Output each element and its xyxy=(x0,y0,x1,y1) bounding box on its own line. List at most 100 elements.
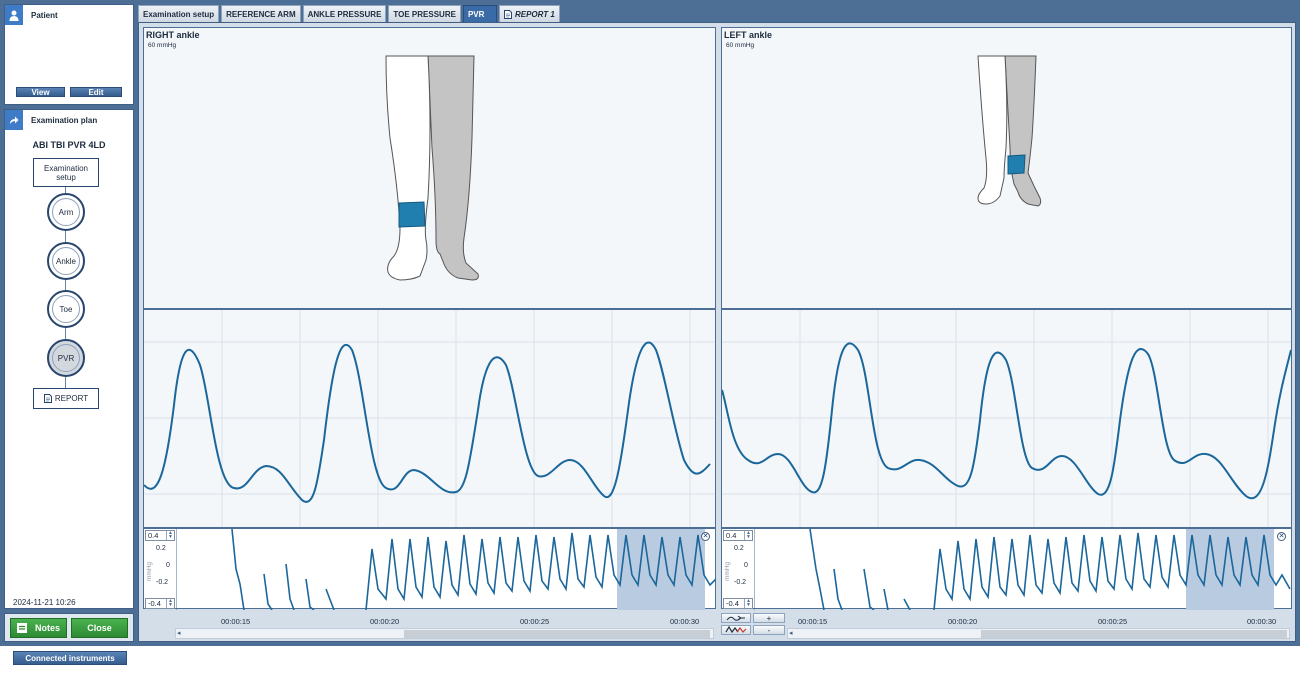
step-report[interactable]: REPORT xyxy=(33,388,99,409)
step-arm-label: Arm xyxy=(58,207,74,217)
waveform-view-button[interactable] xyxy=(721,625,751,635)
left-ankle-diagram: LEFT ankle 60 mmHg xyxy=(721,27,1292,309)
right-ankle-diagram: RIGHT ankle 60 mmHg xyxy=(143,27,716,309)
view-button[interactable]: View xyxy=(16,87,65,97)
exam-date: 2024-11-21 10:26 xyxy=(13,598,76,607)
tab-report-1[interactable]: REPORT 1 xyxy=(498,5,560,22)
edit-button[interactable]: Edit xyxy=(70,87,122,97)
right-tick-upper: 0.2 xyxy=(156,545,166,552)
close-selection-icon[interactable]: ✕ xyxy=(701,532,710,541)
close-button[interactable]: Close xyxy=(71,618,128,638)
left-scale-bottom-value: -0.4 xyxy=(726,599,739,608)
left-tick-lower: -0.2 xyxy=(734,579,747,586)
notes-label: Notes xyxy=(34,623,60,633)
step-toe[interactable]: Toe xyxy=(47,290,85,328)
tab-bar: Examination setup REFERENCE ARM ANKLE PR… xyxy=(138,5,562,22)
right-scale-top-stepper[interactable]: 0.4 ▲ ▼ xyxy=(145,530,175,541)
scroll-left-icon[interactable]: ◂ xyxy=(177,629,181,637)
examination-plan-panel: Examination plan ABI TBI PVR 4LD Examina… xyxy=(4,109,134,609)
stepper-arrows-icon[interactable]: ▲ ▼ xyxy=(744,531,752,540)
plan-header: Examination plan xyxy=(5,110,133,130)
left-overview-plot xyxy=(754,529,1291,610)
tab-ankle-pressure[interactable]: ANKLE PRESSURE xyxy=(302,5,387,22)
right-scale-bottom-value: -0.4 xyxy=(148,599,161,608)
step-toe-label: Toe xyxy=(59,304,73,314)
tab-reference-arm[interactable]: REFERENCE ARM xyxy=(221,5,301,22)
right-overview-plot xyxy=(176,529,716,610)
left-time-scrollbar[interactable]: ◂ xyxy=(787,628,1290,639)
zoom-in-button[interactable]: + xyxy=(753,613,785,623)
tab-toe-pressure[interactable]: TOE PRESSURE xyxy=(388,5,461,22)
arrow-forward-icon xyxy=(5,110,23,130)
step-ankle-label: Ankle xyxy=(55,256,76,266)
right-time-label: 00:00:20 xyxy=(370,617,400,626)
right-scale-bottom-stepper[interactable]: -0.4 ▲ ▼ xyxy=(145,598,175,609)
left-overview-strip[interactable]: 0.4 ▲ ▼ mmHg 0.2 0 -0.2 -0.4 ▲ ▼ ✕ xyxy=(721,528,1292,610)
right-axis-unit: mmHg xyxy=(146,561,153,581)
right-tick-lower: -0.2 xyxy=(156,579,169,586)
connected-instruments-button[interactable]: Connected instruments xyxy=(13,651,127,665)
left-time-label: 00:00:25 xyxy=(1098,617,1128,626)
left-scale-top-stepper[interactable]: 0.4 ▲ ▼ xyxy=(723,530,753,541)
stepper-arrows-icon[interactable]: ▲ ▼ xyxy=(744,599,752,608)
close-selection-icon[interactable]: ✕ xyxy=(1277,532,1286,541)
right-waveform-plot xyxy=(144,310,715,527)
step-connector xyxy=(65,280,66,290)
tab-pvr[interactable]: PVR xyxy=(462,5,497,22)
left-time-label: 00:00:20 xyxy=(948,617,978,626)
zoom-out-button[interactable]: - xyxy=(753,625,785,635)
action-panel: Notes Close xyxy=(4,613,134,642)
left-scale-top-value: 0.4 xyxy=(726,531,737,540)
scroll-left-icon[interactable]: ◂ xyxy=(789,629,793,637)
report-document-icon xyxy=(43,394,52,403)
left-time-label: 00:00:30 xyxy=(1247,617,1277,626)
patient-title: Patient xyxy=(31,10,58,20)
left-axis-unit: mmHg xyxy=(724,561,731,581)
right-pvr-waveform xyxy=(143,309,716,528)
right-time-scrollbar[interactable]: ◂ xyxy=(175,628,714,639)
notes-button[interactable]: Notes xyxy=(10,618,67,638)
right-overview-strip[interactable]: 0.4 ▲ ▼ mmHg 0.2 0 -0.2 -0.4 ▲ ▼ ✕ xyxy=(143,528,716,610)
right-scale-top-value: 0.4 xyxy=(148,531,159,540)
left-tick-upper: 0.2 xyxy=(734,545,744,552)
patient-header: Patient xyxy=(5,5,133,25)
step-ankle[interactable]: Ankle xyxy=(47,242,85,280)
left-scale-bottom-stepper[interactable]: -0.4 ▲ ▼ xyxy=(723,598,753,609)
notes-icon xyxy=(16,623,27,633)
right-scroll-thumb[interactable] xyxy=(404,630,710,638)
overlay-waveform-button[interactable] xyxy=(721,613,751,623)
step-report-label: REPORT xyxy=(54,394,89,403)
application-window: Patient View Edit Examination plan ABI T… xyxy=(0,0,1300,646)
left-pvr-waveform xyxy=(721,309,1292,528)
left-time-label: 00:00:15 xyxy=(798,617,828,626)
stepper-arrows-icon[interactable]: ▲ ▼ xyxy=(166,599,174,608)
tab-examination-setup[interactable]: Examination setup xyxy=(138,5,220,22)
patient-panel: Patient View Edit xyxy=(4,4,134,105)
step-connector xyxy=(65,231,66,242)
waveform-trace-icon xyxy=(725,626,747,634)
pvr-main-area: RIGHT ankle 60 mmHg LEFT ankle 60 mmHg 0… xyxy=(138,22,1296,642)
left-tick-mid: 0 xyxy=(744,562,748,569)
left-scroll-thumb[interactable] xyxy=(981,630,1287,638)
legs-illustration xyxy=(977,55,1042,207)
right-time-label: 00:00:15 xyxy=(221,617,251,626)
step-arm[interactable]: Arm xyxy=(47,193,85,231)
step-pvr-label: PVR xyxy=(57,353,75,363)
step-examination-setup[interactable]: Examination setup xyxy=(33,158,99,187)
plan-title: Examination plan xyxy=(31,115,98,125)
stepper-arrows-icon[interactable]: ▲ ▼ xyxy=(166,531,174,540)
right-time-label: 00:00:25 xyxy=(520,617,550,626)
left-waveform-plot xyxy=(722,310,1291,527)
tab-report-1-label: REPORT 1 xyxy=(514,9,555,19)
person-icon xyxy=(5,5,23,25)
right-time-label: 00:00:30 xyxy=(670,617,700,626)
overlay-waveform-icon xyxy=(726,615,745,621)
exam-protocol-name: ABI TBI PVR 4LD xyxy=(32,140,106,150)
step-pvr[interactable]: PVR xyxy=(47,339,85,377)
step-connector xyxy=(65,377,66,388)
legs-illustration xyxy=(385,55,479,281)
report-document-icon xyxy=(503,9,512,19)
selection-window[interactable] xyxy=(1186,529,1274,610)
step-connector xyxy=(65,328,66,339)
right-tick-mid: 0 xyxy=(166,562,170,569)
